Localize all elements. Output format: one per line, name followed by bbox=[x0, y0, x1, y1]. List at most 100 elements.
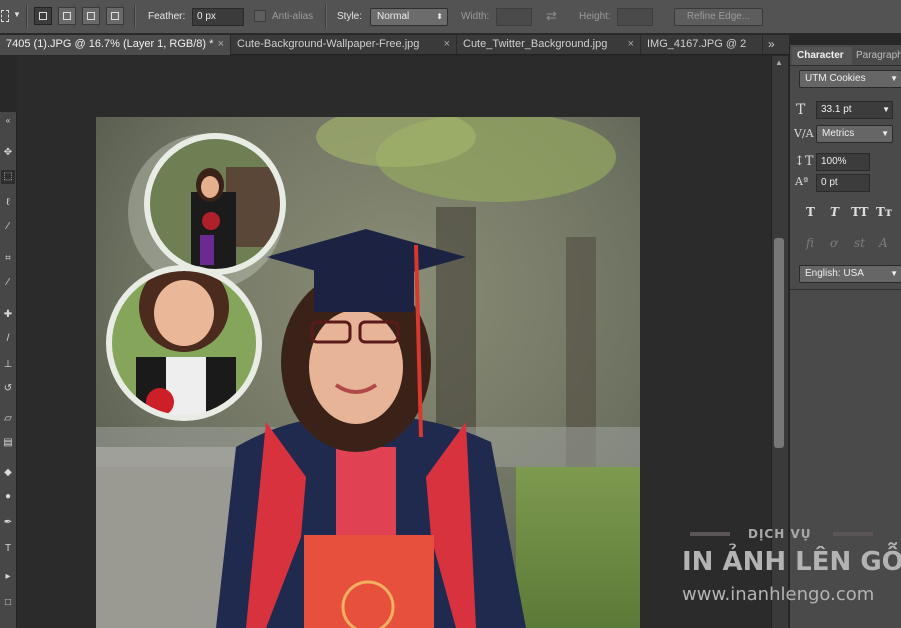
dodge-tool-icon[interactable]: ● bbox=[1, 490, 15, 504]
tab-overflow-icon[interactable]: » bbox=[768, 35, 775, 54]
divider bbox=[325, 5, 327, 29]
watermark-line3: www.inanhlengo.com bbox=[682, 584, 875, 605]
tool-preset-picker[interactable]: ▼ bbox=[0, 7, 22, 27]
divider bbox=[134, 5, 136, 29]
add-selection-icon bbox=[63, 12, 71, 20]
chevron-down-icon: ▼ bbox=[882, 105, 890, 114]
faux-bold-button[interactable]: T bbox=[806, 205, 815, 219]
watermark-rule-left bbox=[690, 532, 730, 536]
tab-document-active[interactable]: 7405 (1).JPG @ 16.7% (Layer 1, RGB/8) * … bbox=[0, 35, 231, 55]
intersect-selection-button[interactable] bbox=[106, 7, 124, 25]
photo-artwork bbox=[96, 117, 640, 628]
lasso-tool-icon[interactable]: ℓ bbox=[1, 196, 15, 210]
close-icon[interactable]: × bbox=[218, 35, 224, 54]
watermark-rule-right bbox=[833, 532, 873, 536]
language-select[interactable]: English: USA ▼ bbox=[799, 265, 901, 283]
language-value: English: USA bbox=[805, 268, 864, 279]
document-tab-bar: 7405 (1).JPG @ 16.7% (Layer 1, RGB/8) * … bbox=[0, 35, 789, 55]
close-icon[interactable]: × bbox=[444, 35, 450, 54]
style-value: Normal bbox=[377, 11, 410, 22]
tab-label: Cute-Background-Wallpaper-Free.jpg bbox=[237, 38, 420, 50]
old-style-button[interactable]: ơ bbox=[830, 236, 837, 250]
kerning-value: Metrics bbox=[822, 128, 855, 139]
chevron-down-icon: ▼ bbox=[890, 74, 898, 83]
kerning-icon: V/A bbox=[794, 127, 814, 140]
all-caps-button[interactable]: TT bbox=[851, 205, 868, 219]
discretionary-ligatures-button[interactable]: st bbox=[854, 236, 865, 250]
brush-tool-icon[interactable]: / bbox=[1, 332, 15, 346]
kerning-select[interactable]: Metrics ▼ bbox=[816, 125, 893, 143]
vertical-scrollbar[interactable]: ▲ bbox=[771, 56, 788, 628]
subtract-selection-icon bbox=[87, 12, 95, 20]
width-input[interactable] bbox=[496, 8, 532, 26]
chevron-down-icon: ▼ bbox=[881, 129, 889, 138]
marquee-tool-icon[interactable]: ⬚ bbox=[1, 170, 15, 184]
add-to-selection-button[interactable] bbox=[58, 7, 76, 25]
intersect-selection-icon bbox=[111, 12, 119, 20]
eraser-tool-icon[interactable]: ▱ bbox=[1, 412, 15, 426]
tab-document[interactable]: Cute-Background-Wallpaper-Free.jpg × bbox=[231, 35, 457, 55]
vertical-scale-input[interactable]: 100% bbox=[816, 153, 870, 171]
gradient-tool-icon[interactable]: ▤ bbox=[1, 436, 15, 450]
height-label: Height: bbox=[579, 11, 611, 22]
close-icon[interactable]: × bbox=[628, 35, 634, 54]
anti-alias-checkbox[interactable] bbox=[254, 10, 266, 22]
watermark-line2: IN ẢNH LÊN GỖ bbox=[682, 547, 901, 577]
canvas-photo[interactable] bbox=[96, 117, 640, 628]
divider bbox=[790, 289, 901, 290]
scrollbar-thumb[interactable] bbox=[774, 238, 784, 448]
watermark-line1: DỊCH VỤ bbox=[748, 527, 812, 541]
swap-icon[interactable]: ⇄ bbox=[546, 8, 557, 24]
healing-brush-tool-icon[interactable]: ✚ bbox=[1, 308, 15, 322]
subtract-from-selection-button[interactable] bbox=[82, 7, 100, 25]
options-bar: ▼ Feather: 0 px Anti-alias Style: Normal… bbox=[0, 0, 901, 34]
tab-paragraph[interactable]: Paragraph bbox=[851, 47, 901, 65]
collapse-icon[interactable]: « bbox=[1, 114, 15, 128]
history-brush-tool-icon[interactable]: ↺ bbox=[1, 382, 15, 396]
refine-edge-button[interactable]: Refine Edge... bbox=[674, 8, 763, 26]
tab-character[interactable]: Character bbox=[792, 47, 852, 65]
shape-tool-icon[interactable]: □ bbox=[1, 596, 15, 610]
marquee-tool-icon bbox=[1, 10, 9, 22]
tab-label: 7405 (1).JPG @ 16.7% (Layer 1, RGB/8) * bbox=[6, 38, 214, 50]
feather-label: Feather: bbox=[148, 11, 186, 22]
scroll-up-icon[interactable]: ▲ bbox=[775, 58, 783, 67]
quick-select-tool-icon[interactable]: ⁄ bbox=[1, 220, 15, 234]
chevron-down-icon: ▼ bbox=[13, 10, 21, 19]
pen-tool-icon[interactable]: ✒ bbox=[1, 516, 15, 530]
font-size-input[interactable]: 33.1 pt ▼ bbox=[816, 101, 893, 119]
tab-document[interactable]: IMG_4167.JPG @ 2 bbox=[641, 35, 763, 55]
ligatures-button[interactable]: fi bbox=[806, 236, 814, 250]
font-size-icon: T bbox=[796, 102, 806, 118]
crop-tool-icon[interactable]: ⌗ bbox=[1, 252, 15, 266]
anti-alias-label: Anti-alias bbox=[272, 11, 314, 22]
chevron-down-icon: ▼ bbox=[890, 269, 898, 278]
blur-tool-icon[interactable]: ◆ bbox=[1, 466, 15, 480]
divider bbox=[790, 65, 901, 66]
baseline-shift-input[interactable]: 0 pt bbox=[816, 174, 870, 192]
divider bbox=[26, 5, 28, 29]
path-select-tool-icon[interactable]: ▸ bbox=[1, 570, 15, 584]
eyedropper-tool-icon[interactable]: ⁄ bbox=[1, 276, 15, 290]
tab-label: IMG_4167.JPG @ 2 bbox=[647, 38, 747, 50]
baseline-shift-icon: Aª bbox=[795, 175, 809, 188]
new-selection-button[interactable] bbox=[34, 7, 52, 25]
type-tool-icon[interactable]: T bbox=[1, 542, 15, 556]
font-family-select[interactable]: UTM Cookies ▼ bbox=[799, 70, 901, 88]
style-label: Style: bbox=[337, 11, 363, 22]
move-tool-icon[interactable]: ✥ bbox=[1, 146, 15, 160]
faux-italic-button[interactable]: T bbox=[830, 205, 839, 219]
font-family-value: UTM Cookies bbox=[805, 73, 866, 84]
feather-input[interactable]: 0 px bbox=[192, 8, 244, 26]
style-select[interactable]: Normal ⬍ bbox=[370, 8, 448, 26]
tab-document[interactable]: Cute_Twitter_Background.jpg × bbox=[457, 35, 641, 55]
vertical-scale-icon: ↕T bbox=[794, 154, 814, 169]
font-size-value: 33.1 pt bbox=[821, 104, 852, 115]
width-label: Width: bbox=[461, 11, 490, 22]
clone-stamp-tool-icon[interactable]: ⊥ bbox=[1, 358, 15, 372]
tab-label: Cute_Twitter_Background.jpg bbox=[463, 38, 608, 50]
new-selection-icon bbox=[39, 12, 47, 20]
small-caps-button[interactable]: Tт bbox=[876, 205, 892, 219]
swash-button[interactable]: A bbox=[879, 236, 888, 250]
height-input[interactable] bbox=[617, 8, 653, 26]
